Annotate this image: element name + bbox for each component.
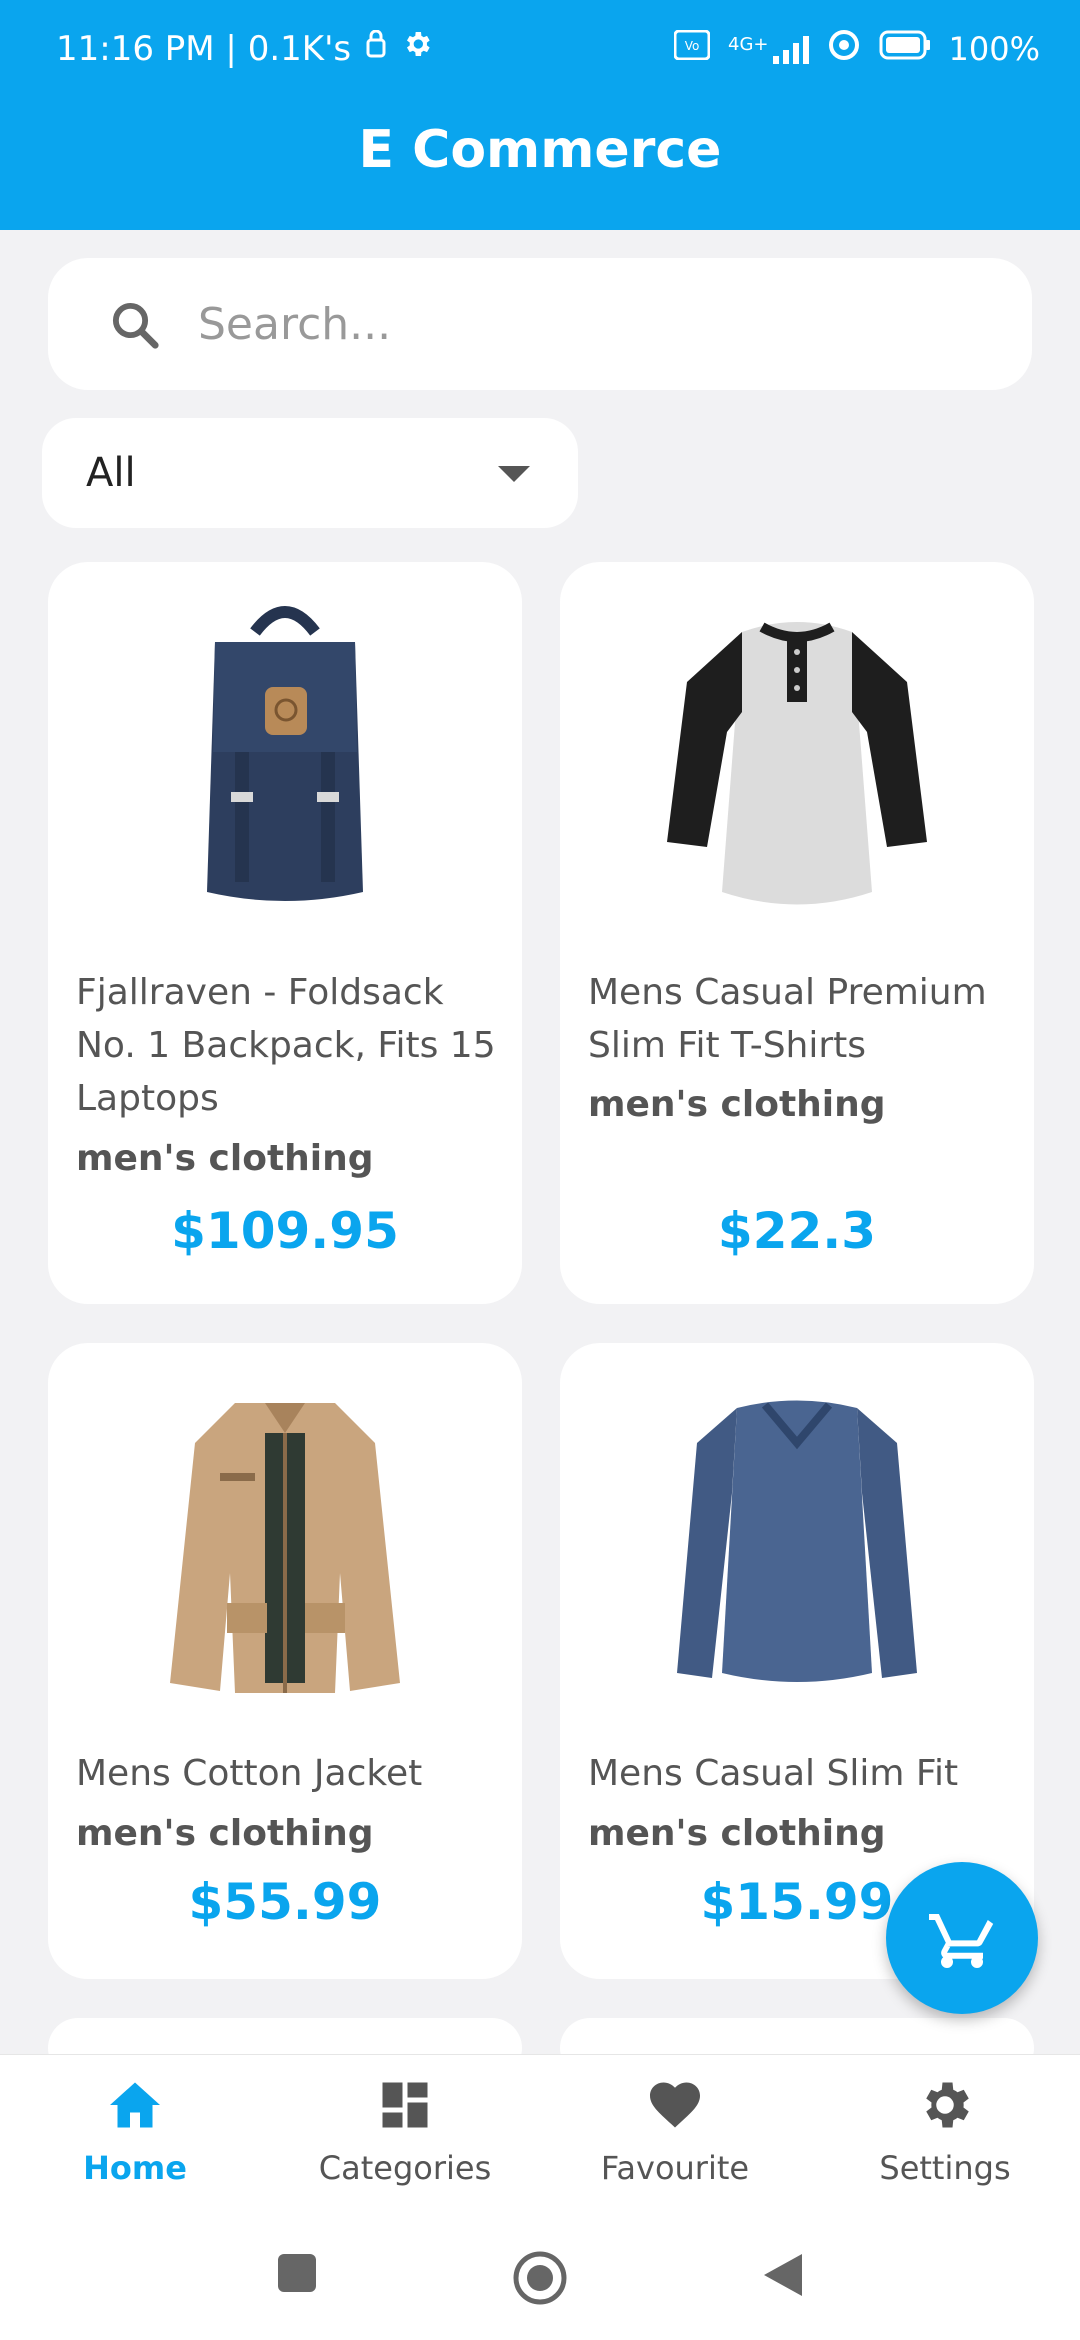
product-category: men's clothing <box>76 1138 374 1179</box>
search-input[interactable] <box>198 292 978 356</box>
battery-level: 100% <box>948 30 1040 68</box>
back-triangle-icon <box>764 2254 802 2296</box>
status-time: 11:16 PM | 0.1K's <box>56 28 352 69</box>
cart-button[interactable] <box>886 1862 1038 2014</box>
nav-settings[interactable]: Settings <box>810 2075 1080 2205</box>
vpn-icon <box>365 29 387 69</box>
backpack-icon <box>135 592 435 912</box>
product-title: Mens Casual Premium Slim Fit T-Shirts <box>588 972 987 1066</box>
jacket-icon <box>135 1373 435 1693</box>
location-icon <box>827 28 861 70</box>
recents-button[interactable] <box>276 2252 318 2298</box>
tshirt-icon <box>647 592 947 912</box>
svg-text:Vo: Vo <box>685 39 700 53</box>
bottom-nav: Home Categories Favourite Settings <box>0 2054 1080 2224</box>
product-card[interactable]: Mens Casual Premium Slim Fit T-Shirts me… <box>560 562 1034 1304</box>
category-dropdown[interactable]: All <box>42 418 578 528</box>
product-price: $22.3 <box>717 1202 877 1260</box>
nav-favourite[interactable]: Favourite <box>540 2075 810 2205</box>
page-title: E Commerce <box>358 120 722 180</box>
nav-categories[interactable]: Categories <box>270 2075 540 2205</box>
product-category: men's clothing <box>588 1813 886 1854</box>
square-icon <box>278 2254 316 2292</box>
back-button[interactable] <box>762 2252 804 2302</box>
product-price: $55.99 <box>188 1873 382 1931</box>
dropdown-selected-value: All <box>86 450 136 496</box>
gear-icon <box>401 28 433 69</box>
status-bar: 11:16 PM | 0.1K's Vo 4G+ 100% <box>0 0 1080 100</box>
nav-categories-label: Categories <box>318 2149 492 2187</box>
system-nav-bar <box>0 2224 1080 2340</box>
nav-settings-label: Settings <box>879 2149 1011 2187</box>
nav-home-label: Home <box>83 2149 187 2187</box>
app-header: 11:16 PM | 0.1K's Vo 4G+ 100% E Commerce <box>0 0 1080 230</box>
volte-icon: Vo <box>673 29 711 68</box>
gear-icon <box>926 2082 969 2128</box>
chevron-down-icon <box>498 466 530 482</box>
product-title: Mens Cotton Jacket <box>76 1753 423 1794</box>
battery-icon <box>879 30 931 68</box>
search-bar[interactable] <box>48 258 1032 390</box>
signal-icon: 4G+ <box>728 34 809 64</box>
heart-icon <box>650 2082 700 2128</box>
nav-home[interactable]: Home <box>0 2075 270 2205</box>
longsleeve-icon <box>647 1373 947 1693</box>
product-category: men's clothing <box>588 1084 886 1125</box>
home-icon <box>110 2082 160 2128</box>
dashboard-icon <box>382 2082 428 2128</box>
product-price: $109.95 <box>171 1202 399 1260</box>
product-card[interactable]: Mens Cotton Jacket men's clothing $55.99 <box>48 1343 522 1979</box>
nav-favourite-label: Favourite <box>600 2149 750 2187</box>
search-icon <box>108 298 162 352</box>
product-title: Fjallraven - Foldsack No. 1 Backpack, Fi… <box>76 972 496 1119</box>
circle-home-icon <box>513 2251 567 2305</box>
product-title: Mens Casual Slim Fit <box>588 1753 959 1794</box>
home-button[interactable] <box>510 2248 570 2312</box>
product-category: men's clothing <box>76 1813 374 1854</box>
product-card[interactable]: Fjallraven - Foldsack No. 1 Backpack, Fi… <box>48 562 522 1304</box>
